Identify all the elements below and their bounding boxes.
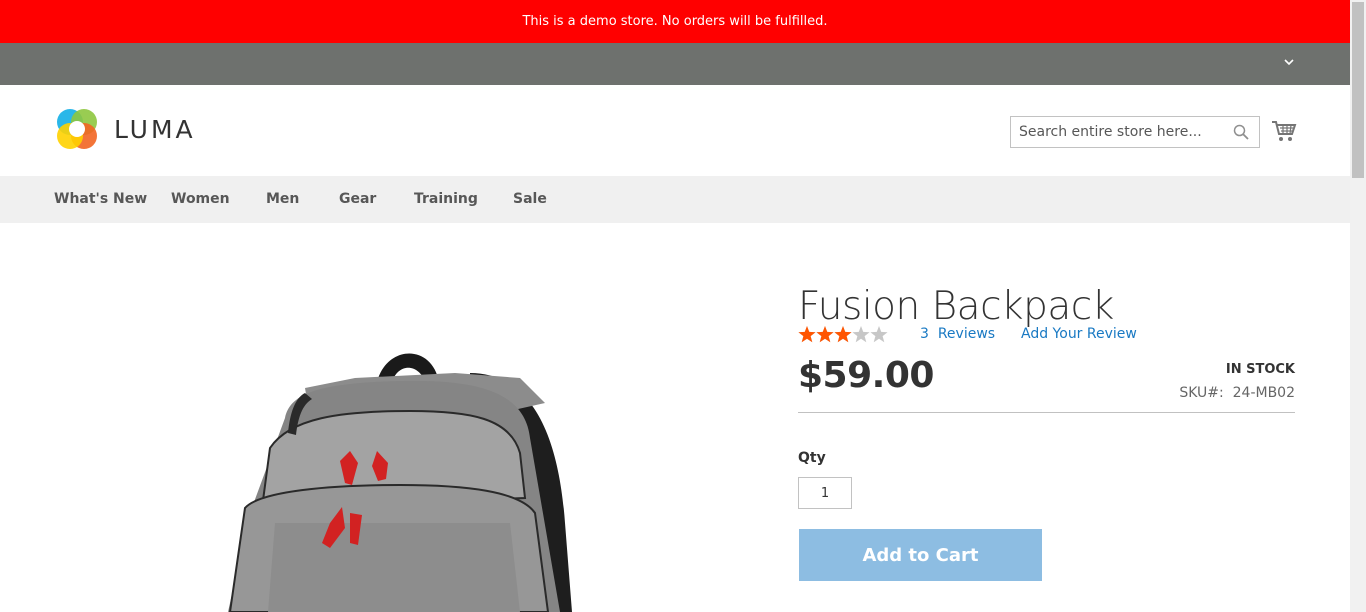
nav-item-women[interactable]: Women [171, 176, 230, 223]
nav-item-men[interactable]: Men [266, 176, 299, 223]
product-sku: SKU#: 24-MB02 [1179, 385, 1295, 401]
page-header: LUMA [0, 85, 1350, 176]
scrollbar[interactable] [1350, 0, 1366, 612]
stock-status: IN STOCK [1225, 362, 1295, 377]
product-title: Fusion Backpack [798, 284, 1114, 330]
add-your-review-link[interactable]: Add Your Review [1021, 326, 1137, 342]
nav-item-training[interactable]: Training [414, 176, 478, 223]
store-logo[interactable]: LUMA [54, 106, 196, 152]
sku-label: SKU#: [1179, 385, 1224, 401]
rating-stars [798, 326, 888, 343]
nav-item-whats-new[interactable]: What's New [54, 176, 147, 223]
demo-store-notice: This is a demo store. No orders will be … [0, 0, 1350, 43]
product-image [228, 353, 572, 612]
product-price: $59.00 [798, 355, 934, 396]
add-to-cart-button[interactable]: Add to Cart [799, 529, 1042, 581]
reviews-label: Reviews [937, 326, 996, 342]
rating-star-empty [852, 326, 870, 343]
main-navigation: What's New Women Men Gear Training Sale [0, 176, 1350, 223]
nav-item-sale[interactable]: Sale [513, 176, 547, 223]
search-box [1010, 116, 1260, 148]
product-image-gallery[interactable] [0, 223, 780, 612]
divider [798, 412, 1295, 413]
luma-logo-icon [57, 109, 97, 149]
rating-star-filled [798, 326, 816, 343]
rating-star-filled [834, 326, 852, 343]
header-panel [0, 43, 1350, 85]
rating-star-empty [870, 326, 888, 343]
shopping-cart-icon[interactable] [1271, 119, 1297, 143]
reviews-link[interactable]: 3 Reviews [920, 326, 995, 342]
qty-input[interactable] [798, 477, 852, 509]
chevron-down-icon[interactable] [1284, 57, 1294, 67]
scrollbar-thumb[interactable] [1352, 2, 1364, 178]
rating-star-filled [816, 326, 834, 343]
search-input[interactable] [1011, 117, 1221, 147]
nav-item-gear[interactable]: Gear [339, 176, 376, 223]
search-icon[interactable] [1233, 124, 1249, 140]
sku-value: 24-MB02 [1232, 385, 1295, 401]
logo-text: LUMA [114, 114, 196, 144]
qty-label: Qty [798, 450, 826, 466]
reviews-count: 3 [920, 326, 929, 342]
